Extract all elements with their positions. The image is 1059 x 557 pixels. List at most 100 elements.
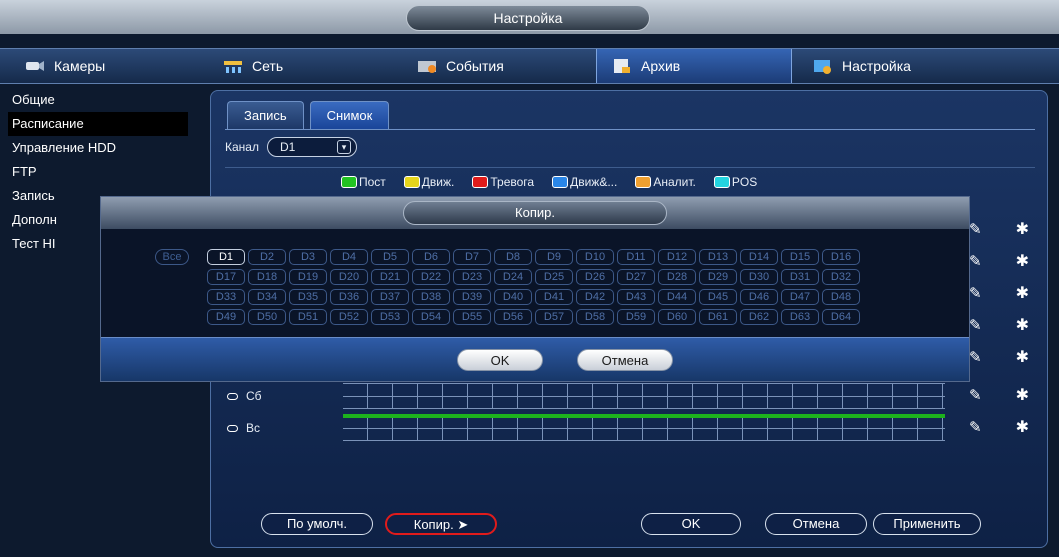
channel-checkbox-d6[interactable]: D6	[412, 249, 450, 265]
channel-checkbox-d13[interactable]: D13	[699, 249, 737, 265]
channel-checkbox-d41[interactable]: D41	[535, 289, 573, 305]
channel-checkbox-d30[interactable]: D30	[740, 269, 778, 285]
tab-cameras[interactable]: Камеры	[10, 49, 190, 83]
channel-checkbox-d45[interactable]: D45	[699, 289, 737, 305]
channel-checkbox-d21[interactable]: D21	[371, 269, 409, 285]
sidebar-item-schedule[interactable]: Расписание	[8, 112, 188, 136]
channel-checkbox-d31[interactable]: D31	[781, 269, 819, 285]
channel-checkbox-d54[interactable]: D54	[412, 309, 450, 325]
channel-checkbox-d18[interactable]: D18	[248, 269, 286, 285]
channel-checkbox-d20[interactable]: D20	[330, 269, 368, 285]
channel-checkbox-d9[interactable]: D9	[535, 249, 573, 265]
channel-checkbox-d50[interactable]: D50	[248, 309, 286, 325]
channel-checkbox-d17[interactable]: D17	[207, 269, 245, 285]
channel-checkbox-d16[interactable]: D16	[822, 249, 860, 265]
channel-checkbox-d10[interactable]: D10	[576, 249, 614, 265]
channel-checkbox-d46[interactable]: D46	[740, 289, 778, 305]
channel-checkbox-d48[interactable]: D48	[822, 289, 860, 305]
pencil-icon[interactable]: ✎	[969, 386, 982, 404]
channel-checkbox-d55[interactable]: D55	[453, 309, 491, 325]
channel-checkbox-d11[interactable]: D11	[617, 249, 655, 265]
channel-checkbox-d34[interactable]: D34	[248, 289, 286, 305]
channel-checkbox-d24[interactable]: D24	[494, 269, 532, 285]
channel-checkbox-d25[interactable]: D25	[535, 269, 573, 285]
channel-checkbox-d49[interactable]: D49	[207, 309, 245, 325]
tab-record[interactable]: Запись	[227, 101, 304, 129]
gear-icon[interactable]: ✱	[1016, 283, 1029, 303]
channel-checkbox-d40[interactable]: D40	[494, 289, 532, 305]
copy-button[interactable]: Копир. ➤	[385, 513, 497, 535]
channel-checkbox-d26[interactable]: D26	[576, 269, 614, 285]
tab-events[interactable]: События	[402, 49, 582, 83]
sidebar-item-hdd-management[interactable]: Управление HDD	[8, 136, 198, 160]
channel-checkbox-d4[interactable]: D4	[330, 249, 368, 265]
pencil-icon[interactable]: ✎	[969, 316, 982, 334]
channel-checkbox-d64[interactable]: D64	[822, 309, 860, 325]
cancel-button[interactable]: Отмена	[765, 513, 867, 535]
channel-checkbox-d51[interactable]: D51	[289, 309, 327, 325]
tab-network[interactable]: Сеть	[208, 49, 388, 83]
channel-checkbox-d27[interactable]: D27	[617, 269, 655, 285]
day-checkbox[interactable]	[227, 424, 238, 432]
gear-icon[interactable]: ✱	[1016, 385, 1029, 405]
channel-checkbox-d1[interactable]: D1	[207, 249, 245, 265]
tab-settings[interactable]: Настройка	[798, 49, 998, 83]
sidebar-item-general[interactable]: Общие	[8, 88, 198, 112]
day-checkbox[interactable]	[227, 392, 238, 400]
timeline-saturday[interactable]	[343, 383, 945, 409]
channel-checkbox-d35[interactable]: D35	[289, 289, 327, 305]
channel-checkbox-d63[interactable]: D63	[781, 309, 819, 325]
dialog-cancel-button[interactable]: Отмена	[577, 349, 673, 371]
channel-checkbox-d3[interactable]: D3	[289, 249, 327, 265]
channel-checkbox-d43[interactable]: D43	[617, 289, 655, 305]
channel-checkbox-d37[interactable]: D37	[371, 289, 409, 305]
select-all-button[interactable]: Все	[155, 249, 189, 265]
channel-checkbox-d38[interactable]: D38	[412, 289, 450, 305]
gear-icon[interactable]: ✱	[1016, 347, 1029, 367]
tab-snapshot[interactable]: Снимок	[309, 101, 390, 129]
pencil-icon[interactable]: ✎	[969, 220, 982, 238]
channel-checkbox-d33[interactable]: D33	[207, 289, 245, 305]
pencil-icon[interactable]: ✎	[969, 284, 982, 302]
gear-icon[interactable]: ✱	[1016, 315, 1029, 335]
channel-checkbox-d61[interactable]: D61	[699, 309, 737, 325]
channel-checkbox-d58[interactable]: D58	[576, 309, 614, 325]
dialog-ok-button[interactable]: OK	[457, 349, 543, 371]
channel-checkbox-d28[interactable]: D28	[658, 269, 696, 285]
channel-checkbox-d19[interactable]: D19	[289, 269, 327, 285]
pencil-icon[interactable]: ✎	[969, 418, 982, 436]
channel-checkbox-d23[interactable]: D23	[453, 269, 491, 285]
tab-archive[interactable]: Архив	[596, 49, 792, 83]
gear-icon[interactable]: ✱	[1016, 219, 1029, 239]
channel-checkbox-d47[interactable]: D47	[781, 289, 819, 305]
channel-checkbox-d39[interactable]: D39	[453, 289, 491, 305]
channel-checkbox-d15[interactable]: D15	[781, 249, 819, 265]
channel-checkbox-d52[interactable]: D52	[330, 309, 368, 325]
ok-button[interactable]: OK	[641, 513, 741, 535]
channel-checkbox-d7[interactable]: D7	[453, 249, 491, 265]
channel-checkbox-d32[interactable]: D32	[822, 269, 860, 285]
channel-checkbox-d53[interactable]: D53	[371, 309, 409, 325]
pencil-icon[interactable]: ✎	[969, 348, 982, 366]
channel-checkbox-d56[interactable]: D56	[494, 309, 532, 325]
channel-checkbox-d5[interactable]: D5	[371, 249, 409, 265]
channel-checkbox-d59[interactable]: D59	[617, 309, 655, 325]
channel-select[interactable]: D1 ▾	[266, 137, 357, 157]
channel-checkbox-d62[interactable]: D62	[740, 309, 778, 325]
channel-checkbox-d8[interactable]: D8	[494, 249, 532, 265]
channel-checkbox-d42[interactable]: D42	[576, 289, 614, 305]
default-button[interactable]: По умолч.	[261, 513, 373, 535]
timeline-sunday[interactable]	[343, 414, 945, 441]
channel-checkbox-d57[interactable]: D57	[535, 309, 573, 325]
apply-button[interactable]: Применить	[873, 513, 981, 535]
channel-checkbox-d14[interactable]: D14	[740, 249, 778, 265]
channel-checkbox-d2[interactable]: D2	[248, 249, 286, 265]
channel-checkbox-d36[interactable]: D36	[330, 289, 368, 305]
channel-checkbox-d29[interactable]: D29	[699, 269, 737, 285]
sidebar-item-ftp[interactable]: FTP	[8, 160, 198, 184]
gear-icon[interactable]: ✱	[1016, 251, 1029, 271]
channel-checkbox-d44[interactable]: D44	[658, 289, 696, 305]
channel-checkbox-d22[interactable]: D22	[412, 269, 450, 285]
gear-icon[interactable]: ✱	[1016, 417, 1029, 437]
channel-checkbox-d12[interactable]: D12	[658, 249, 696, 265]
